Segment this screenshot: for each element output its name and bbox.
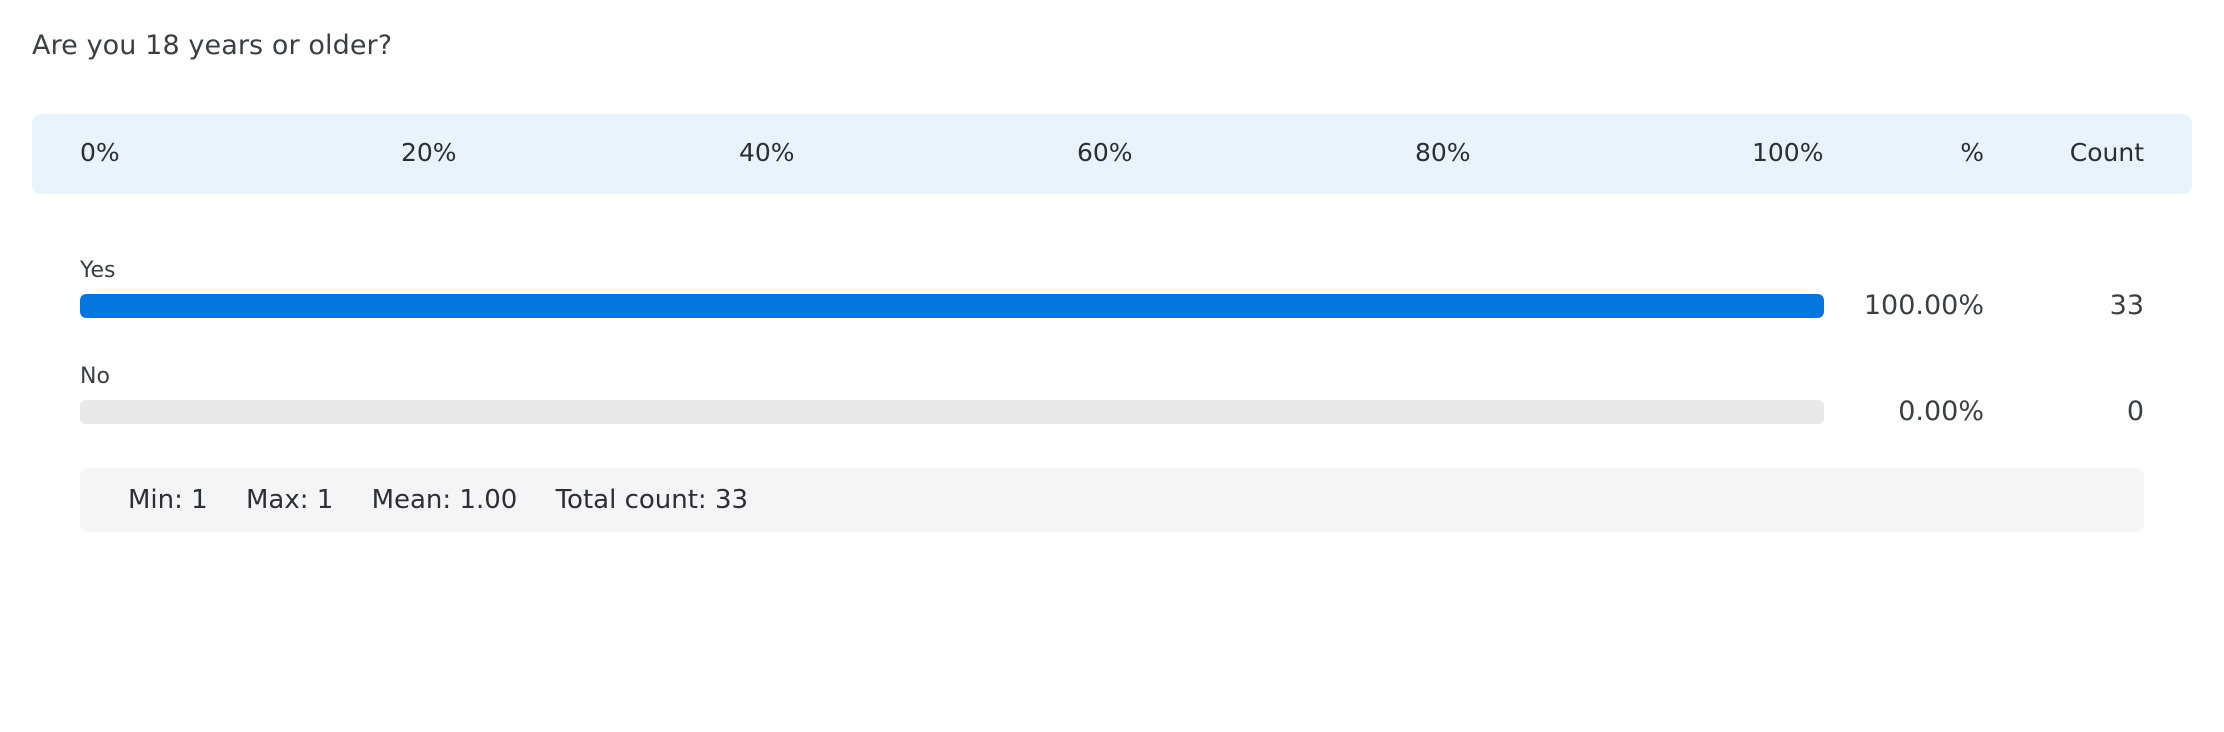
bar-track bbox=[80, 294, 1824, 318]
axis-tick-20: 20% bbox=[401, 138, 457, 167]
axis-header: 0% 20% 40% 60% 80% 100% % Count bbox=[32, 114, 2192, 194]
question-title: Are you 18 years or older? bbox=[32, 30, 393, 61]
axis-tick-100: 100% bbox=[1752, 138, 1824, 167]
axis-tick-40: 40% bbox=[739, 138, 795, 167]
bar-track bbox=[80, 400, 1824, 424]
axis-tick-0: 0% bbox=[80, 138, 120, 167]
bar-fill bbox=[80, 294, 1824, 318]
count-value: 0 bbox=[2126, 396, 2144, 427]
count-value: 33 bbox=[2109, 290, 2144, 321]
axis-tick-80: 80% bbox=[1415, 138, 1471, 167]
count-column-header: Count bbox=[2069, 138, 2144, 167]
answer-label: Yes bbox=[80, 258, 116, 283]
percent-value: 100.00% bbox=[1863, 290, 1984, 321]
stat-min: Min: 1 bbox=[128, 485, 208, 515]
percent-value: 0.00% bbox=[1898, 396, 1984, 427]
stat-max: Max: 1 bbox=[245, 485, 334, 515]
stat-total-count: Total count: 33 bbox=[555, 485, 749, 515]
answer-label: No bbox=[80, 364, 110, 389]
stat-mean: Mean: 1.00 bbox=[371, 485, 518, 515]
percent-column-header: % bbox=[1960, 138, 1984, 167]
summary-stats: Min: 1 Max: 1 Mean: 1.00 Total count: 33 bbox=[80, 468, 2144, 532]
axis-tick-60: 60% bbox=[1077, 138, 1133, 167]
